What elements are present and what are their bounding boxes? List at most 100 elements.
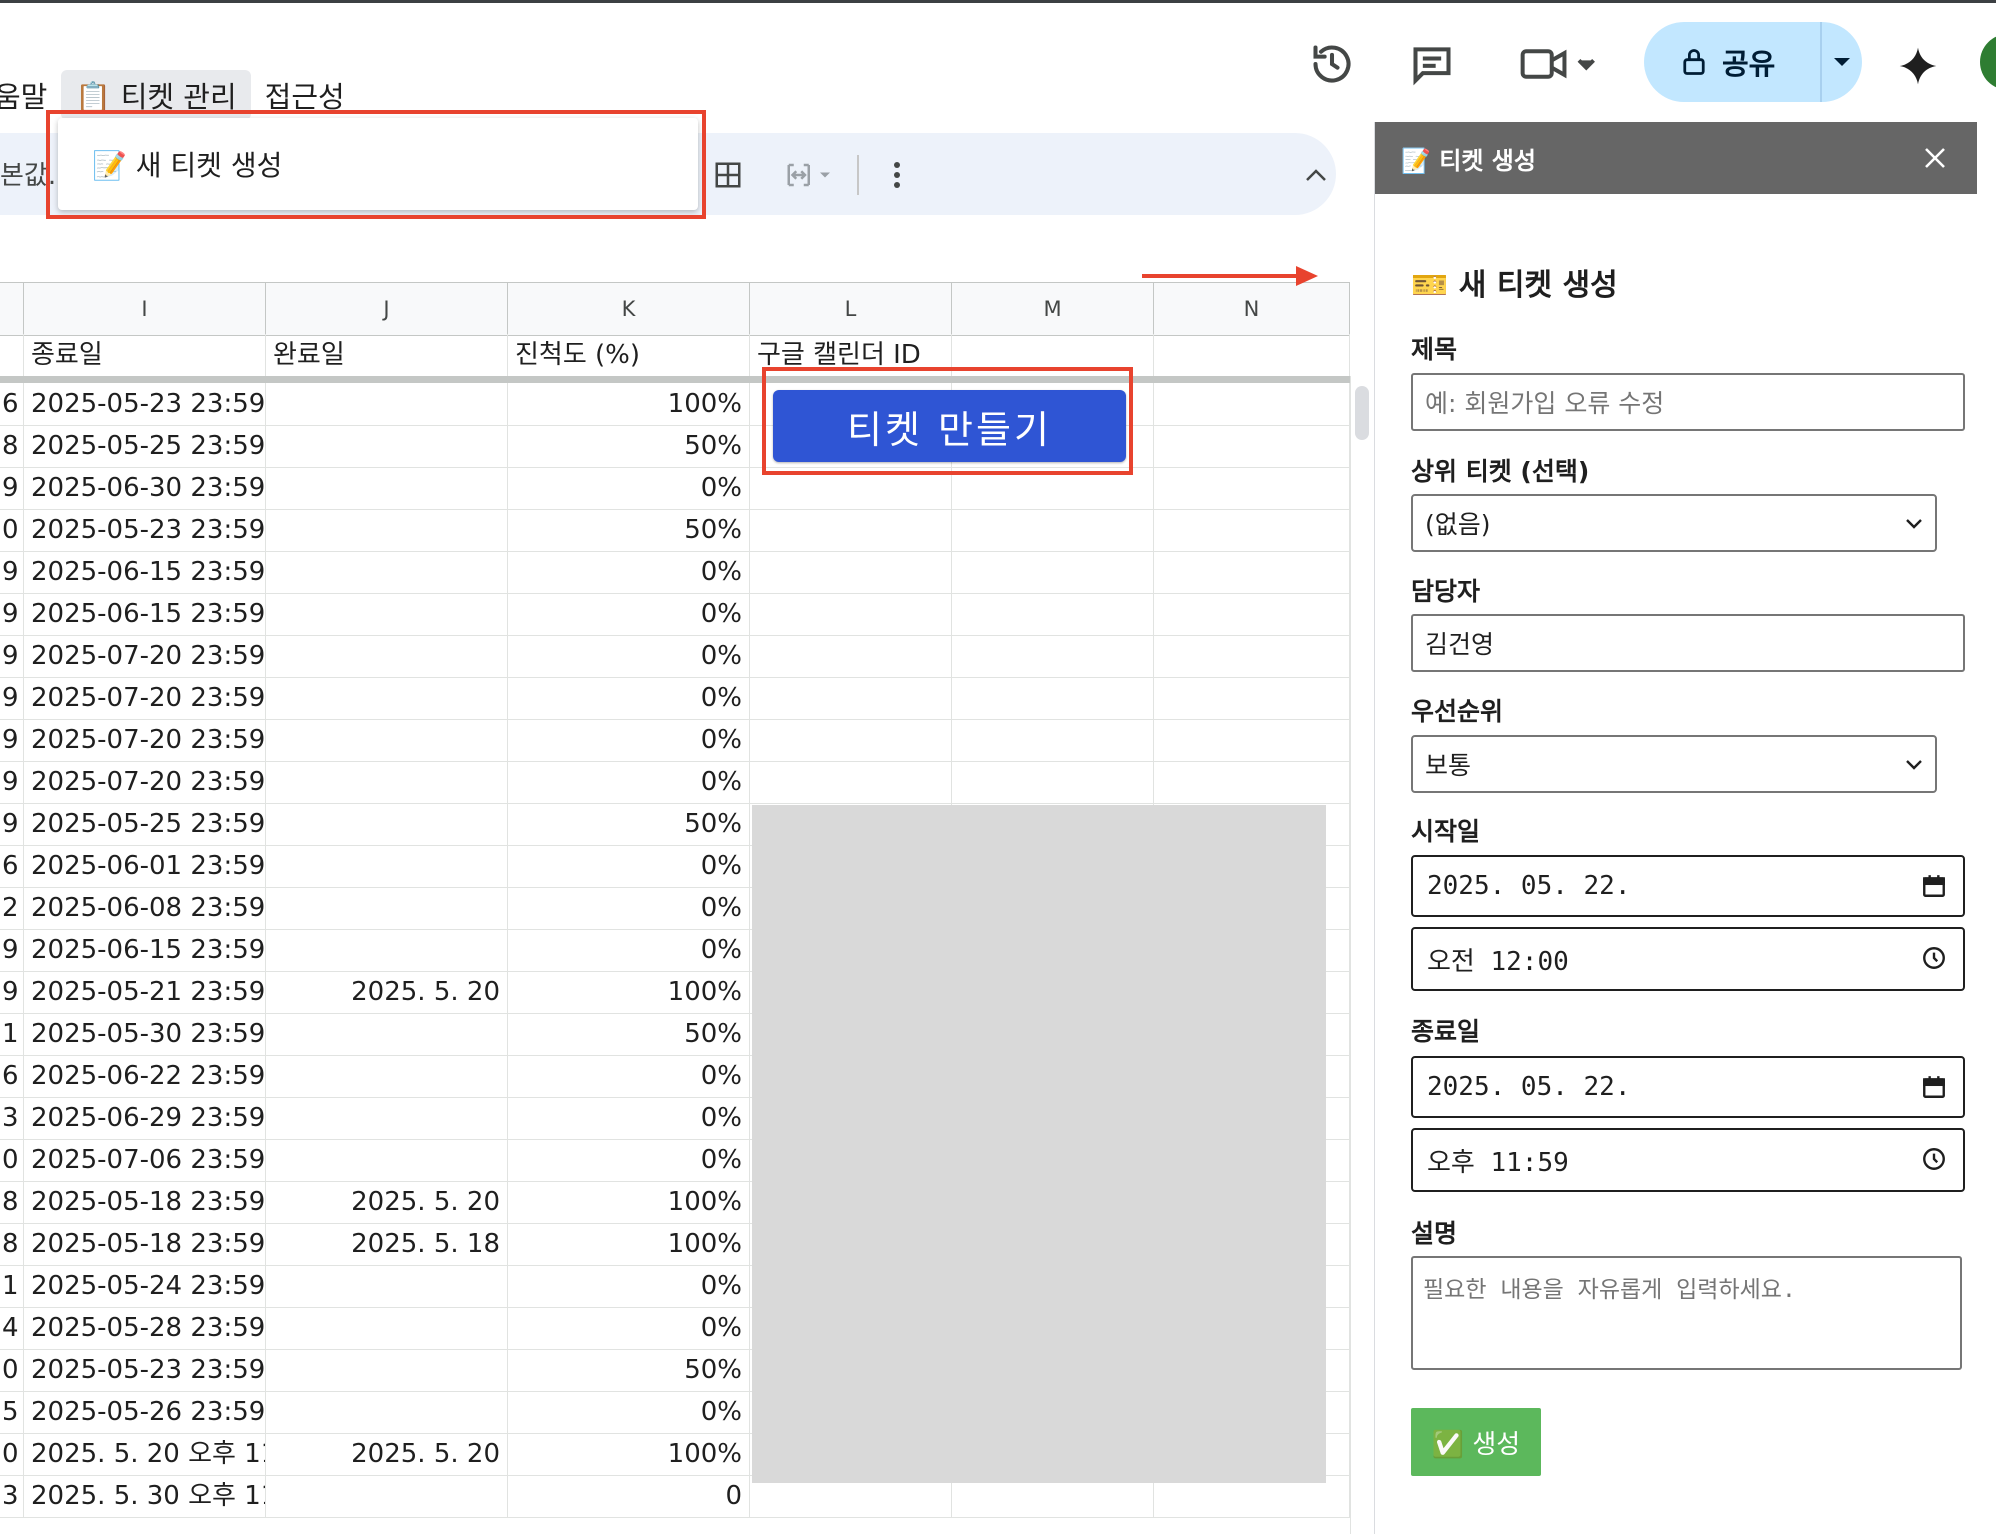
table-cell[interactable]: 9 bbox=[0, 635, 24, 677]
table-cell[interactable] bbox=[266, 593, 508, 635]
table-cell[interactable]: 2025-05-24 23:59:5 bbox=[24, 1265, 266, 1307]
table-cell[interactable] bbox=[266, 467, 508, 509]
calendar-icon[interactable] bbox=[1921, 1074, 1947, 1100]
table-cell[interactable]: 0% bbox=[508, 761, 750, 803]
table-cell[interactable]: 3 bbox=[0, 1097, 24, 1139]
table-cell[interactable]: 0% bbox=[508, 719, 750, 761]
table-cell[interactable]: 100% bbox=[508, 1181, 750, 1223]
table-cell[interactable] bbox=[750, 593, 952, 635]
table-cell[interactable] bbox=[266, 383, 508, 425]
table-cell[interactable] bbox=[1154, 719, 1350, 761]
table-cell[interactable]: 1 bbox=[0, 1013, 24, 1055]
table-cell[interactable]: 9 bbox=[0, 719, 24, 761]
table-cell[interactable]: 50% bbox=[508, 803, 750, 845]
start-time-input[interactable]: 오전 12:00 bbox=[1411, 927, 1965, 991]
table-cell[interactable]: 0% bbox=[508, 677, 750, 719]
title-input[interactable]: 예: 회원가입 오류 수정 bbox=[1411, 373, 1965, 431]
share-button-group[interactable]: 공유 bbox=[1644, 22, 1862, 102]
header-cell[interactable]: 종료일 bbox=[24, 334, 266, 376]
table-cell[interactable]: 50% bbox=[508, 1349, 750, 1391]
table-cell[interactable]: 0% bbox=[508, 1265, 750, 1307]
table-cell[interactable]: 0% bbox=[508, 1307, 750, 1349]
table-cell[interactable]: 50% bbox=[508, 425, 750, 467]
table-cell[interactable] bbox=[266, 719, 508, 761]
collapse-toolbar-icon[interactable] bbox=[1294, 153, 1338, 197]
table-cell[interactable]: 0% bbox=[508, 929, 750, 971]
table-cell[interactable]: 2025-06-30 23:59:5 bbox=[24, 467, 266, 509]
calendar-icon[interactable] bbox=[1921, 873, 1947, 899]
share-button[interactable]: 공유 bbox=[1644, 22, 1820, 102]
table-cell[interactable]: 0 bbox=[0, 1349, 24, 1391]
table-cell[interactable]: 2025. 5. 18 bbox=[266, 1223, 508, 1265]
table-cell[interactable]: 50% bbox=[508, 509, 750, 551]
version-history-icon[interactable] bbox=[1304, 36, 1360, 92]
table-cell[interactable]: 2025-06-15 23:59:5 bbox=[24, 593, 266, 635]
column-header-l[interactable]: L bbox=[750, 283, 952, 335]
table-cell[interactable]: 0% bbox=[508, 845, 750, 887]
create-ticket-button[interactable]: 티켓 만들기 bbox=[773, 390, 1126, 462]
table-cell[interactable] bbox=[952, 467, 1154, 509]
table-cell[interactable]: 9 bbox=[0, 929, 24, 971]
more-options-icon[interactable] bbox=[875, 153, 919, 197]
table-cell[interactable] bbox=[266, 509, 508, 551]
table-cell[interactable]: 0 bbox=[0, 1433, 24, 1475]
menu-item-new-ticket[interactable]: 📝 새 티켓 생성 bbox=[58, 144, 282, 184]
start-date-input[interactable]: 2025. 05. 22. bbox=[1411, 855, 1965, 917]
table-cell[interactable] bbox=[750, 467, 952, 509]
meet-video-icon[interactable] bbox=[1514, 36, 1604, 92]
table-cell[interactable]: 9 bbox=[0, 761, 24, 803]
table-cell[interactable]: 0% bbox=[508, 1391, 750, 1433]
table-cell[interactable]: 9 bbox=[0, 803, 24, 845]
table-cell[interactable]: 2025-06-15 23:59:5 bbox=[24, 551, 266, 593]
share-dropdown-icon[interactable] bbox=[1822, 56, 1862, 68]
table-cell[interactable] bbox=[266, 1349, 508, 1391]
table-cell[interactable]: 0% bbox=[508, 1139, 750, 1181]
column-header-n[interactable]: N bbox=[1154, 283, 1350, 335]
table-cell[interactable] bbox=[1154, 425, 1350, 467]
table-cell[interactable]: 0% bbox=[508, 551, 750, 593]
table-cell[interactable] bbox=[1154, 467, 1350, 509]
table-cell[interactable] bbox=[266, 425, 508, 467]
table-cell[interactable] bbox=[266, 1475, 508, 1517]
table-cell[interactable]: 2025-07-20 23:59:5 bbox=[24, 635, 266, 677]
table-cell[interactable] bbox=[1154, 677, 1350, 719]
table-cell[interactable]: 2025-05-26 23:59:5 bbox=[24, 1391, 266, 1433]
table-cell[interactable]: 4 bbox=[0, 1307, 24, 1349]
menu-help[interactable]: 움말 bbox=[0, 70, 61, 120]
table-cell[interactable] bbox=[1154, 551, 1350, 593]
vertical-scrollbar[interactable] bbox=[1350, 376, 1375, 1534]
table-cell[interactable] bbox=[266, 845, 508, 887]
table-cell[interactable]: 2025-05-18 23:59:5 bbox=[24, 1223, 266, 1265]
table-cell[interactable]: 2025. 5. 20 bbox=[266, 1433, 508, 1475]
table-cell[interactable] bbox=[266, 803, 508, 845]
table-cell[interactable]: 0 bbox=[508, 1475, 750, 1517]
table-cell[interactable] bbox=[266, 1265, 508, 1307]
table-cell[interactable]: 2025-07-20 23:59:5 bbox=[24, 677, 266, 719]
table-cell[interactable]: 2025-05-23 23:59:5 bbox=[24, 383, 266, 425]
column-header-m[interactable]: M bbox=[952, 283, 1154, 335]
table-cell[interactable] bbox=[266, 1013, 508, 1055]
table-cell[interactable] bbox=[1154, 635, 1350, 677]
table-cell[interactable]: 0 bbox=[0, 1139, 24, 1181]
table-cell[interactable]: 9 bbox=[0, 971, 24, 1013]
table-cell[interactable]: 2025. 5. 30 오후 11:5 bbox=[24, 1475, 266, 1517]
table-cell[interactable]: 6 bbox=[0, 845, 24, 887]
table-cell[interactable]: 2025-05-25 23:59:5 bbox=[24, 425, 266, 467]
table-cell[interactable]: 2025. 5. 20 bbox=[266, 971, 508, 1013]
table-cell[interactable] bbox=[750, 551, 952, 593]
table-cell[interactable]: 9 bbox=[0, 677, 24, 719]
table-cell[interactable] bbox=[750, 635, 952, 677]
table-cell[interactable] bbox=[750, 719, 952, 761]
table-cell[interactable]: 2025. 5. 20 오후 11:5 bbox=[24, 1433, 266, 1475]
table-cell[interactable] bbox=[952, 509, 1154, 551]
table-cell[interactable]: 0% bbox=[508, 1055, 750, 1097]
gemini-sparkle-icon[interactable] bbox=[1888, 36, 1948, 96]
header-cell[interactable] bbox=[952, 334, 1154, 376]
table-cell[interactable]: 100% bbox=[508, 383, 750, 425]
borders-icon[interactable] bbox=[706, 153, 750, 197]
cell-stub[interactable] bbox=[0, 334, 24, 376]
table-cell[interactable] bbox=[1154, 383, 1350, 425]
table-cell[interactable] bbox=[952, 761, 1154, 803]
submit-create-button[interactable]: ✅ 생성 bbox=[1411, 1408, 1541, 1476]
table-cell[interactable]: 2025-05-25 23:59:5 bbox=[24, 803, 266, 845]
